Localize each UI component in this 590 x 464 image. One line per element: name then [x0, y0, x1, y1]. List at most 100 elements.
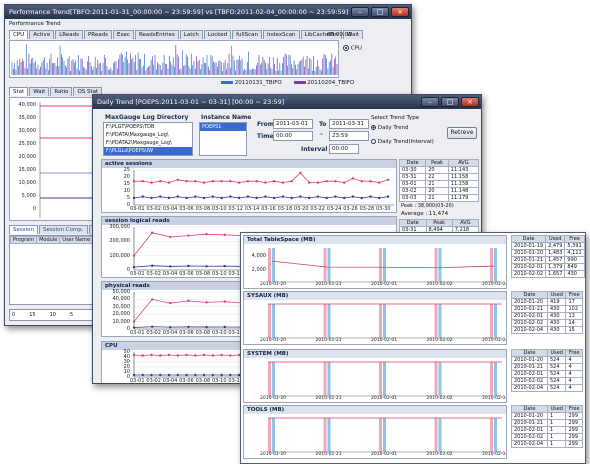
log-dir-item[interactable]: F:\PDATA\Maxgauge_Log\ — [104, 131, 192, 139]
minimize-icon[interactable]: – — [421, 97, 439, 107]
tab-latch[interactable]: Latch — [179, 30, 203, 39]
data-point — [132, 265, 136, 269]
session-column-header[interactable]: Module — [36, 236, 61, 244]
table-row[interactable]: 2010-01-20 524 4 — [511, 356, 583, 364]
interval-field[interactable]: 00:00 — [329, 144, 359, 154]
table-row[interactable]: 2010-02-01 430 13 — [511, 312, 583, 320]
daily-titlebar[interactable]: Daily Trend [POEPS:2011-03-01 ~ 03-31] [… — [93, 95, 481, 109]
data-point — [290, 180, 293, 183]
log-dir-item[interactable]: F:\PLGLs\POEPS\IW — [104, 147, 192, 155]
table-row[interactable]: 2010-02-04 1 299 — [511, 440, 583, 448]
legend-label-1: 20110131_TBIFO — [234, 80, 282, 86]
table-row[interactable]: 2010-01-20 419 17 — [511, 298, 583, 306]
subtab-wait[interactable]: Wait — [29, 87, 50, 96]
x-tick-label: 03-12 — [228, 206, 243, 212]
bar-mark — [268, 304, 271, 338]
to-date-field[interactable]: 2011-03-31 — [329, 119, 369, 129]
tab-lreads[interactable]: LReads — [55, 30, 83, 39]
table-row[interactable]: 2010-02-01 1 299 — [511, 426, 583, 434]
log-dir-item[interactable]: F:\PDATA2\Maxgauge_Log\ — [104, 139, 192, 147]
tab-fullscan[interactable]: fullScan — [232, 30, 262, 39]
from-date-field[interactable]: 2011-03-01 — [273, 119, 313, 129]
x-tick-label: 2010-01-21 — [315, 282, 342, 287]
table-row[interactable]: 2010-02-01 524 4 — [511, 370, 583, 378]
perf-titlebar[interactable]: Performance Trend[TBFO:2011-01-31_00:00:… — [5, 5, 411, 19]
table-cell: 524 — [546, 370, 567, 378]
instance-item[interactable]: POEPS1 — [200, 123, 246, 131]
table-row[interactable]: 2010-02-02 524 4 — [511, 377, 583, 385]
close-icon[interactable]: × — [391, 7, 409, 17]
table-cell: 03-31 — [398, 173, 427, 181]
data-point — [290, 196, 293, 200]
tab-exec[interactable]: Exec — [112, 30, 134, 39]
minimize-icon[interactable]: – — [351, 7, 369, 17]
x-tick-label: 03-18 — [277, 206, 293, 212]
table-cell: 299 — [565, 440, 583, 448]
tab-locked[interactable]: Locked — [203, 30, 232, 39]
table-row[interactable]: 03-30 20 11.143 — [398, 166, 480, 174]
table-row[interactable]: 2010-02-01 1,379 849 — [510, 263, 585, 271]
tab-readsentries[interactable]: ReadsEntries — [134, 30, 179, 39]
tab-preads[interactable]: PReads — [83, 30, 112, 39]
table-row[interactable]: 03-02 20 11.148 — [398, 187, 480, 195]
data-point — [167, 373, 171, 377]
session-column-header[interactable]: Program — [9, 236, 38, 244]
maximize-icon[interactable]: □ — [441, 97, 459, 107]
tab-active[interactable]: Active — [29, 30, 55, 39]
bar-mark — [490, 304, 493, 338]
tab-cpu[interactable]: CPU — [9, 30, 29, 39]
maximize-icon[interactable]: □ — [371, 7, 389, 17]
close-icon[interactable]: × — [461, 97, 479, 107]
table-row[interactable]: 2010-01-21 430 102 — [511, 305, 583, 313]
table-row[interactable]: 2010-02-02 430 14 — [511, 319, 583, 327]
retrieve-button[interactable]: Retreve — [447, 127, 477, 139]
x-tick-label: 2010-02-04 — [482, 452, 507, 457]
bar-mark — [379, 418, 382, 452]
instance-list[interactable]: POEPS1 — [199, 122, 247, 156]
session-tab-1[interactable]: Session Comp. — [39, 225, 88, 234]
time-from-field[interactable]: 00:00 — [273, 131, 313, 141]
table-row[interactable]: 2010-01-20 1,483 4,111 — [510, 249, 585, 257]
table-cell: 990 — [564, 256, 585, 264]
table-row[interactable]: 2010-01-20 1 299 — [511, 412, 583, 420]
data-point — [316, 181, 320, 184]
table-row[interactable]: 2010-02-04 524 4 — [511, 384, 583, 392]
cpu-radio[interactable]: CPU — [343, 45, 362, 52]
data-point — [132, 373, 136, 377]
table-row[interactable]: 2010-02-02 1,657 430 — [510, 270, 585, 278]
table-row[interactable]: 2010-02-04 430 15 — [511, 326, 583, 334]
table-cell: 299 — [565, 412, 583, 420]
log-dir-item[interactable]: F:\PLGT\POEPS\TDB — [104, 123, 192, 131]
table-row[interactable]: 2010-02-02 1 299 — [511, 433, 583, 441]
x-tick-label: 2010-02-02 — [426, 396, 453, 401]
table-row[interactable]: 2010-01-21 524 4 — [511, 363, 583, 371]
subtab-ratio[interactable]: Ratio — [50, 87, 73, 96]
log-dir-list[interactable]: F:\PLGT\POEPS\TDB F:\PDATA\Maxgauge_Log\ F… — [103, 122, 193, 156]
session-tab-0[interactable]: Session — [9, 225, 38, 234]
data-point — [360, 180, 363, 183]
table-column-header: Date — [511, 291, 548, 299]
perf-legend: 20110131_TBIFO 20110204_TBIFO — [221, 80, 354, 86]
tab-indexscan[interactable]: IndexScan — [262, 30, 300, 39]
data-point — [334, 195, 337, 198]
table-row[interactable]: 03-01 21 11.158 — [398, 180, 480, 188]
bar-mark — [490, 362, 493, 396]
trend-option-interval[interactable]: Daily Trend(Interval) — [371, 139, 434, 145]
data-point — [281, 195, 285, 198]
trend-option-daily[interactable]: Daily Trend — [371, 125, 408, 131]
table-row[interactable]: 2010-01-19 2,479 5,391 — [510, 242, 585, 250]
table-row[interactable]: 03-31 22 11.158 — [398, 173, 480, 181]
time-to-field[interactable]: 23:59 — [329, 131, 369, 141]
bar-mark — [327, 248, 331, 282]
table-row[interactable]: 2010-01-21 1 299 — [511, 419, 583, 427]
table-cell: 22 — [425, 173, 449, 181]
table-column-header: Free — [565, 291, 583, 299]
table-cell: 2010-01-21 — [511, 363, 548, 371]
table-row[interactable]: 03-03 21 11.179 — [398, 194, 480, 202]
perf-bottom-bar: 0 15 10 5 — [9, 309, 99, 321]
table-cell: 15 — [565, 326, 583, 334]
table-row[interactable]: 2010-01-21 1,457 990 — [510, 256, 585, 264]
y-tick-label: 30,000 — [18, 128, 37, 134]
session-column-header[interactable]: User Name — [59, 236, 94, 244]
subtab-stat[interactable]: Stat — [9, 87, 29, 96]
